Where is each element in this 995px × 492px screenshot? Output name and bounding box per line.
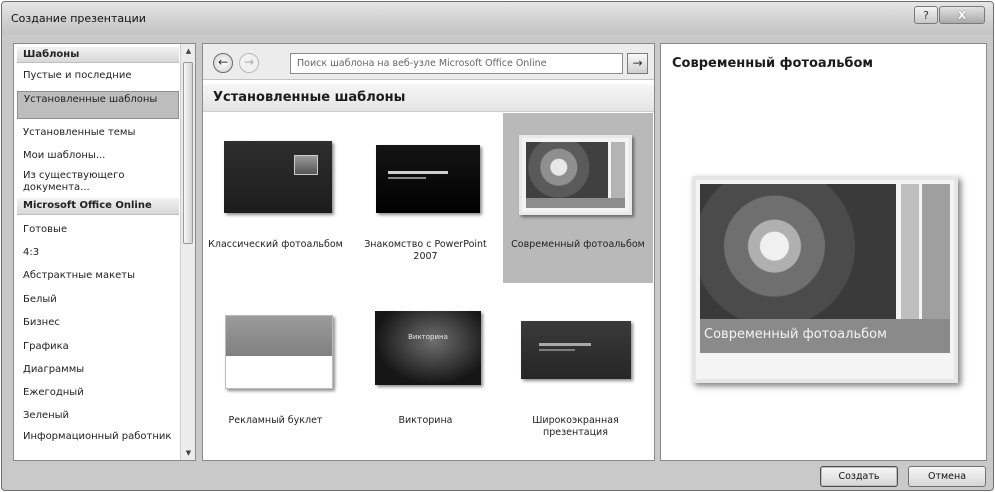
category-header-office-online: Microsoft Office Online (17, 198, 179, 215)
close-button[interactable]: X (939, 6, 985, 24)
sunflower-photo (700, 184, 896, 319)
new-presentation-dialog: Создание презентации ? X Шаблоны Пустые … (1, 1, 994, 491)
preview-title: Современный фотоальбом (672, 56, 874, 71)
category-scrollbar[interactable]: ▲ ▼ (180, 44, 195, 460)
category-item-annual[interactable]: Ежегодный (17, 387, 179, 399)
preview-caption: Современный фотоальбом (704, 327, 887, 342)
template-grid: Классический фотоальбом Знакомство с Pow… (203, 113, 654, 461)
category-item-4-3[interactable]: 4:3 (17, 247, 179, 259)
category-item-blank-recent[interactable]: Пустые и последние (17, 70, 179, 82)
category-item-graphics[interactable]: Графика (17, 341, 179, 353)
template-tile-ad-booklet[interactable]: Рекламный буклет (203, 285, 348, 455)
search-go-button[interactable]: → (627, 53, 648, 74)
category-item-white[interactable]: Белый (17, 294, 179, 306)
category-item-business[interactable]: Бизнес (17, 317, 179, 329)
category-header-templates: Шаблоны (17, 47, 179, 63)
quiz-thumbnail-text: Викторина (408, 333, 448, 341)
template-toolbar: ← → Поиск шаблона на веб-узле Microsoft … (203, 44, 654, 80)
category-panel: Шаблоны Пустые и последние Установленные… (13, 43, 196, 461)
category-item-info-worker[interactable]: Информационный работник (17, 431, 179, 443)
template-label: Классический фотоальбом (208, 239, 343, 250)
template-label: Широкоэкранная презентация (532, 415, 619, 438)
back-arrow-icon[interactable]: ← (213, 53, 233, 73)
template-label: Рекламный буклет (228, 415, 323, 426)
create-button[interactable]: Создать (820, 466, 898, 487)
category-item-diagrams[interactable]: Диаграммы (17, 364, 179, 376)
window-title: Создание презентации (11, 12, 146, 25)
help-button[interactable]: ? (914, 6, 938, 24)
category-item-abstract[interactable]: Абстрактные макеты (17, 270, 179, 282)
scroll-up-icon[interactable]: ▲ (184, 47, 193, 55)
template-thumbnail (521, 321, 631, 379)
template-label: Знакомство с PowerPoint 2007 (364, 239, 487, 262)
template-search-input[interactable]: Поиск шаблона на веб-узле Microsoft Offi… (290, 53, 623, 74)
category-item-green[interactable]: Зеленый (17, 410, 179, 422)
cancel-button[interactable]: Отмена (908, 466, 986, 487)
template-label: Викторина (398, 415, 453, 426)
template-thumbnail (225, 315, 333, 389)
section-title: Установленные шаблоны (213, 90, 406, 105)
category-item-ready[interactable]: Готовые (17, 224, 179, 236)
preview-panel: Современный фотоальбом Современный фотоа… (660, 43, 987, 461)
template-tile-intro-powerpoint[interactable]: Знакомство с PowerPoint 2007 (353, 113, 498, 283)
template-thumbnail: Викторина (375, 311, 481, 385)
template-tile-widescreen[interactable]: Широкоэкранная презентация (503, 285, 648, 455)
template-thumbnail (519, 135, 632, 215)
template-label: Современный фотоальбом (511, 239, 645, 250)
templates-panel: ← → Поиск шаблона на веб-узле Microsoft … (202, 43, 655, 461)
preview-slide: Современный фотоальбом (692, 176, 958, 383)
template-tile-classic-album[interactable]: Классический фотоальбом (203, 113, 348, 283)
forward-arrow-icon[interactable]: → (239, 53, 259, 73)
template-thumbnail (376, 145, 480, 213)
template-thumbnail (224, 141, 332, 213)
category-item-my-templates[interactable]: Мои шаблоны... (17, 150, 179, 162)
category-list: Шаблоны Пустые и последние Установленные… (14, 44, 181, 460)
scroll-down-icon[interactable]: ▼ (184, 449, 193, 457)
category-item-installed-templates[interactable]: Установленные шаблоны (17, 91, 179, 119)
scrollbar-thumb[interactable] (183, 62, 193, 244)
title-bar: Создание презентации ? X (2, 2, 993, 35)
category-item-installed-themes[interactable]: Установленные темы (17, 127, 179, 139)
template-tile-modern-album[interactable]: Современный фотоальбом (503, 113, 653, 283)
template-tile-quiz[interactable]: Викторина Викторина (353, 285, 498, 455)
category-item-from-existing[interactable]: Из существующего документа... (17, 170, 179, 194)
